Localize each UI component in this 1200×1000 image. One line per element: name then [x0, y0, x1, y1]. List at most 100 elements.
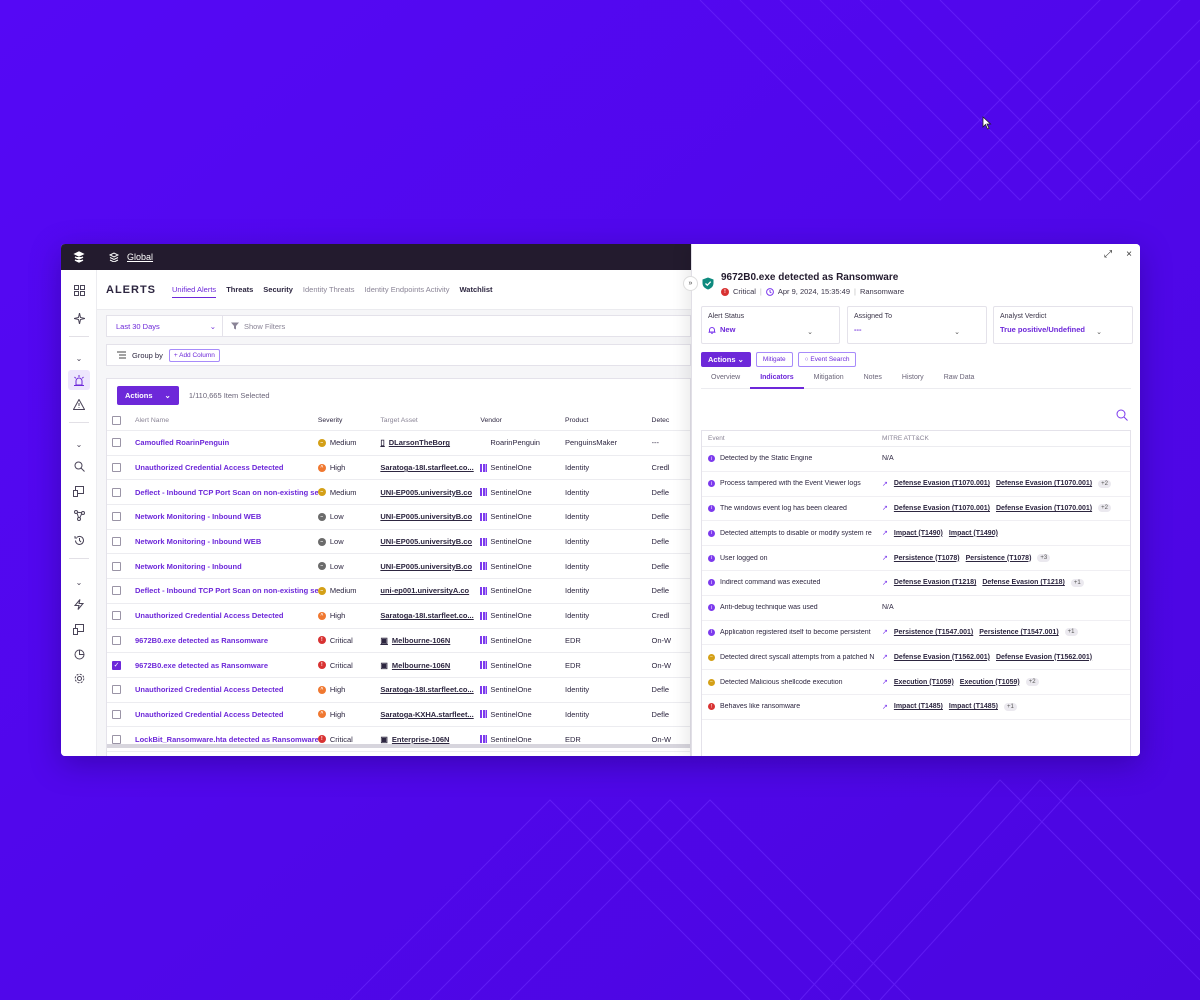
- table-row[interactable]: ✓ 9672B0.exe detected as Ransomware! Criti…: [107, 653, 690, 678]
- table-row[interactable]: Unauthorized Credential Access Detected ^…: [107, 678, 690, 703]
- row-checkbox[interactable]: [112, 709, 121, 719]
- external-link-icon[interactable]: ↗: [882, 504, 888, 512]
- more-badge[interactable]: +2: [1098, 479, 1111, 488]
- alert-name-link[interactable]: Deflect - Inbound TCP Port Scan on non-e…: [135, 488, 318, 497]
- column-header-event[interactable]: Event: [702, 435, 876, 442]
- indicator-row[interactable]: i Detected by the Static Engine N/A: [702, 447, 1130, 472]
- mitre-technique-link[interactable]: Impact (T1485): [949, 703, 998, 710]
- external-link-icon[interactable]: ↗: [882, 678, 888, 686]
- mitre-technique-link[interactable]: Persistence (T1547.001): [979, 629, 1058, 636]
- external-link-icon[interactable]: ↗: [882, 653, 888, 661]
- row-checkbox[interactable]: [112, 586, 121, 596]
- column-header-target-asset[interactable]: Target Asset: [380, 417, 480, 424]
- alert-name-link[interactable]: Unauthorized Credential Access Detected: [135, 463, 318, 472]
- target-asset-link[interactable]: ▣ Enterprise-106N: [380, 735, 480, 744]
- row-checkbox[interactable]: [112, 561, 121, 571]
- alert-status-field[interactable]: Alert Status New ⌄: [701, 306, 840, 344]
- mitre-technique-link[interactable]: Persistence (T1547.001): [894, 629, 973, 636]
- search-icon[interactable]: [68, 456, 90, 476]
- external-link-icon[interactable]: ↗: [882, 554, 888, 562]
- indicator-row[interactable]: i Indirect command was executed ↗ Defense E…: [702, 571, 1130, 596]
- table-row[interactable]: Deflect - Inbound TCP Port Scan on non-e…: [107, 480, 690, 506]
- more-badge[interactable]: +2: [1025, 678, 1039, 687]
- chevron-down-icon[interactable]: ⌄: [68, 434, 90, 454]
- table-row[interactable]: Network Monitoring - Inbound WEB − Low UNI-…: [107, 530, 690, 555]
- pie-chart-icon[interactable]: [68, 644, 90, 664]
- settings-icon[interactable]: [68, 668, 90, 688]
- alert-name-link[interactable]: Unauthorized Credential Access Detected: [135, 611, 318, 620]
- external-link-icon[interactable]: ↗: [882, 703, 888, 711]
- indicator-row[interactable]: ! Behaves like ransomware ↗ Impact (T1485) I…: [702, 695, 1130, 720]
- indicator-row[interactable]: i Anti-debug technique was used N/A: [702, 596, 1130, 621]
- mitre-technique-link[interactable]: Defense Evasion (T1070.001): [894, 505, 990, 512]
- mitre-technique-link[interactable]: Persistence (T1078): [966, 555, 1032, 562]
- devices-icon[interactable]: [68, 481, 90, 501]
- analyst-verdict-field[interactable]: Analyst Verdict True positive/Undefined …: [993, 306, 1133, 344]
- target-asset-link[interactable]: Saratoga-18I.starfleet.co...: [380, 685, 480, 694]
- tab-security[interactable]: Security: [263, 282, 293, 297]
- expand-icon[interactable]: ⤢: [1104, 249, 1112, 260]
- target-asset-link[interactable]: UNI-EP005.universityB.co: [380, 562, 480, 571]
- sparkle-icon[interactable]: [68, 308, 90, 328]
- target-asset-link[interactable]: Saratoga-KXHA.starfleet...: [380, 710, 480, 719]
- tab-history[interactable]: History: [892, 374, 934, 389]
- mitre-technique-link[interactable]: Execution (T1059): [960, 679, 1020, 686]
- indicator-row[interactable]: i Detected attempts to disable or modify …: [702, 521, 1130, 547]
- mitre-technique-link[interactable]: Defense Evasion (T1218): [982, 579, 1064, 586]
- mitre-technique-link[interactable]: Defense Evasion (T1070.001): [996, 505, 1092, 512]
- graph-icon[interactable]: [68, 505, 90, 525]
- external-link-icon[interactable]: ↗: [882, 529, 888, 537]
- target-asset-link[interactable]: ▯ DLarsonTheBorg: [380, 438, 480, 447]
- target-asset-link[interactable]: ▣ Melbourne-106N: [380, 636, 480, 645]
- warning-icon[interactable]: [68, 394, 90, 414]
- endpoint-icon[interactable]: [68, 619, 90, 639]
- column-header-detection[interactable]: Detec: [652, 417, 690, 424]
- mitre-technique-link[interactable]: Defense Evasion (T1218): [894, 579, 976, 586]
- target-asset-link[interactable]: UNI-EP005.universityB.co: [380, 488, 480, 497]
- table-row[interactable]: Unauthorized Credential Access Detected ^…: [107, 456, 690, 481]
- table-row[interactable]: Camoufled RoarinPenguin − Medium ▯ DLarsonTh…: [107, 431, 690, 456]
- target-asset-link[interactable]: ▣ Melbourne-106N: [380, 661, 480, 670]
- add-column-button[interactable]: + Add Column: [168, 348, 220, 362]
- indicator-row[interactable]: i User logged on ↗ Persistence (T1078) Persi…: [702, 546, 1130, 571]
- indicator-row[interactable]: − Detected Malicious shellcode execution ↗…: [702, 670, 1130, 695]
- group-by-label[interactable]: Group by: [132, 351, 163, 360]
- collapse-panel-button[interactable]: »: [683, 276, 698, 291]
- tab-unified-alerts[interactable]: Unified Alerts: [172, 282, 217, 298]
- more-badge[interactable]: +2: [1098, 504, 1111, 513]
- table-row[interactable]: Deflect - Inbound TCP Port Scan on non-e…: [107, 579, 690, 604]
- tab-overview[interactable]: Overview: [701, 374, 750, 389]
- tab-indicators[interactable]: Indicators: [750, 374, 804, 389]
- target-asset-link[interactable]: Saratoga-18I.starfleet.co...: [380, 611, 480, 620]
- show-filters-button[interactable]: Show Filters: [223, 322, 285, 331]
- more-badge[interactable]: +1: [1064, 628, 1078, 637]
- row-checkbox[interactable]: [112, 463, 121, 473]
- column-header-alert-name[interactable]: Alert Name: [135, 417, 318, 424]
- table-row[interactable]: Unauthorized Credential Access Detected ^…: [107, 604, 690, 629]
- row-checkbox[interactable]: [112, 734, 121, 744]
- more-badge[interactable]: +3: [1037, 554, 1051, 563]
- alert-name-link[interactable]: 9672B0.exe detected as Ransomware: [135, 661, 318, 670]
- alert-name-link[interactable]: Deflect - Inbound TCP Port Scan on non-e…: [135, 586, 318, 595]
- external-link-icon[interactable]: ↗: [882, 480, 888, 488]
- mitre-technique-link[interactable]: Defense Evasion (T1562.001): [894, 654, 990, 661]
- tab-identity-endpoints-activity[interactable]: Identity Endpoints Activity: [364, 282, 449, 297]
- assigned-to-field[interactable]: Assigned To --- ⌄: [847, 306, 987, 344]
- column-header-vendor[interactable]: Vendor: [480, 417, 565, 424]
- column-header-product[interactable]: Product: [565, 417, 652, 424]
- row-checkbox[interactable]: [112, 438, 121, 448]
- row-checkbox[interactable]: ✓: [112, 660, 121, 670]
- logo-icon[interactable]: [61, 244, 97, 270]
- external-link-icon[interactable]: ↗: [882, 579, 888, 587]
- mitre-technique-link[interactable]: Defense Evasion (T1562.001): [996, 654, 1092, 661]
- mitre-technique-link[interactable]: Impact (T1485): [894, 703, 943, 710]
- tab-notes[interactable]: Notes: [854, 374, 892, 389]
- actions-button[interactable]: Actions ⌄: [117, 385, 179, 405]
- table-row[interactable]: Network Monitoring - Inbound WEB − Low UNI-…: [107, 505, 690, 530]
- target-asset-link[interactable]: UNI-EP005.universityB.co: [380, 537, 480, 546]
- horizontal-scrollbar[interactable]: [107, 744, 690, 748]
- tab-watchlist[interactable]: Watchlist: [460, 282, 493, 297]
- tab-raw-data[interactable]: Raw Data: [934, 374, 985, 389]
- alert-name-link[interactable]: Network Monitoring - Inbound WEB: [135, 537, 318, 546]
- tab-identity-threats[interactable]: Identity Threats: [303, 282, 355, 297]
